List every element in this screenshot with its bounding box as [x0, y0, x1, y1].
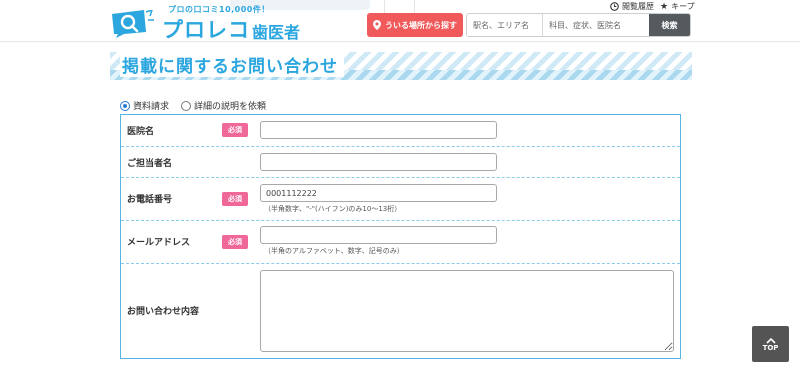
keep-list-link[interactable]: ★ キープ — [660, 1, 695, 12]
form-row-email: メールアドレス 必須 （半角のアルファベット、数字、記号のみ） — [121, 221, 680, 264]
logo-category: 歯医者 — [252, 23, 301, 42]
area-search-input[interactable] — [467, 14, 543, 36]
page-title: 掲載に関するお問い合わせ — [120, 52, 344, 77]
map-pin-icon — [373, 20, 381, 30]
search-by-location-button[interactable]: ういる場所から探す — [367, 13, 463, 37]
search-by-location-label: ういる場所から探す — [385, 20, 457, 30]
form-row-clinic-name: 医院名 必須 — [121, 115, 680, 147]
form-row-inquiry-content: お問い合わせ内容 — [121, 264, 680, 358]
radio-button[interactable] — [181, 100, 192, 111]
back-to-top-button[interactable]: TOP — [752, 326, 789, 362]
back-to-top-label: TOP — [762, 343, 779, 352]
inquiry-type-option-brochure[interactable]: 資料請求 — [120, 99, 169, 112]
email-field[interactable] — [260, 226, 497, 244]
site-logo[interactable]: プロの口コミ10,000件！ プロレコ 歯医者 — [110, 4, 320, 42]
header-search: 検索 — [466, 13, 691, 37]
browsing-history-label: 閲覧履歴 — [622, 2, 654, 11]
inquiry-type-label: 詳細の説明を依頼 — [194, 102, 267, 112]
form-row-contact-person: ご担当者名 — [121, 147, 680, 178]
required-badge: 必須 — [222, 123, 248, 137]
inquiry-content-label: お問い合わせ内容 — [127, 307, 200, 317]
inquiry-type-label: 資料請求 — [133, 102, 170, 112]
phone-field[interactable] — [260, 184, 497, 202]
required-badge: 必須 — [222, 235, 248, 249]
inquiry-form: 医院名 必須 ご担当者名 お電話番号 必須 （半角数字、"-"(ハイフン)のみ1… — [120, 114, 681, 359]
phone-label: お電話番号 — [127, 195, 173, 205]
contact-person-label: ご担当者名 — [127, 159, 173, 169]
inquiry-type-group: 資料請求 詳細の説明を依頼 — [120, 99, 266, 112]
inquiry-content-textarea[interactable] — [260, 270, 674, 352]
radio-button-selected[interactable] — [120, 100, 130, 111]
keyword-search-input[interactable] — [543, 14, 649, 36]
browsing-history-link[interactable]: 閲覧履歴 — [610, 1, 654, 12]
site-header: プロの口コミ10,000件！ プロレコ 歯医者 ういる場所から探す 検索 閲覧履… — [0, 0, 800, 42]
logo-speech-bubble-icon — [112, 10, 154, 38]
search-button[interactable]: 検索 — [649, 14, 690, 36]
star-icon: ★ — [660, 1, 669, 12]
chevron-up-icon — [765, 337, 776, 344]
required-badge: 必須 — [222, 192, 248, 206]
clock-icon — [610, 2, 619, 11]
email-label: メールアドレス — [127, 238, 191, 248]
header-divider — [414, 0, 415, 14]
logo-wordmark: プロレコ — [162, 18, 250, 42]
email-hint: （半角のアルファベット、数字、記号のみ） — [264, 247, 404, 255]
phone-hint: （半角数字、"-"(ハイフン)のみ10～13桁） — [264, 205, 402, 213]
header-divider — [384, 0, 385, 14]
form-row-phone: お電話番号 必須 （半角数字、"-"(ハイフン)のみ10～13桁） — [121, 178, 680, 221]
clinic-name-label: 医院名 — [127, 127, 155, 137]
contact-person-field[interactable] — [260, 153, 497, 171]
clinic-name-field[interactable] — [260, 121, 497, 139]
inquiry-type-option-explanation[interactable]: 詳細の説明を依頼 — [181, 99, 266, 112]
keep-list-label: キープ — [671, 2, 695, 11]
